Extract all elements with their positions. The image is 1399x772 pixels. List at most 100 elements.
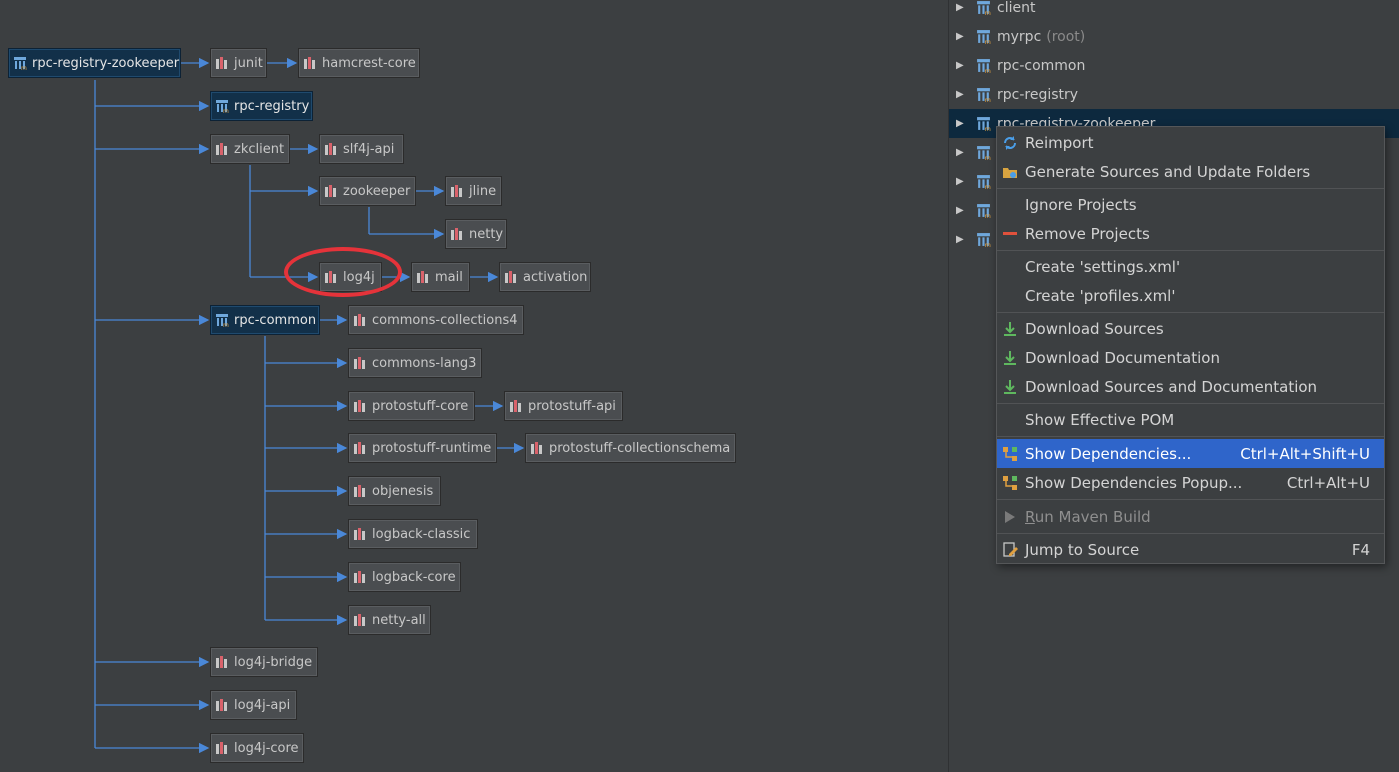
maven-module-icon <box>13 56 27 70</box>
maven-module-icon <box>976 145 991 160</box>
graph-node-junit[interactable]: junit <box>210 48 267 78</box>
tree-item-rpc-registry[interactable]: ▶ rpc-registry <box>949 80 1399 109</box>
graph-node-protostuff-collectionschema[interactable]: protostuff-collectionschema <box>525 433 736 463</box>
maven-module-icon <box>215 313 229 327</box>
graph-edges <box>94 57 525 754</box>
library-icon <box>353 484 367 498</box>
expand-arrow-icon[interactable]: ▶ <box>956 176 966 187</box>
menu-item-create-settings[interactable]: Create 'settings.xml' <box>997 252 1384 281</box>
library-icon <box>450 227 464 241</box>
library-icon <box>353 313 367 327</box>
graph-node-netty[interactable]: netty <box>445 219 507 249</box>
expand-arrow-icon[interactable]: ▶ <box>956 147 966 158</box>
library-icon <box>324 184 338 198</box>
menu-item-download-sources-and-docs[interactable]: Download Sources and Documentation <box>997 372 1384 401</box>
menu-item-jump-to-source[interactable]: Jump to Source F4 <box>997 535 1384 564</box>
maven-module-icon <box>976 174 991 189</box>
library-icon <box>353 527 367 541</box>
library-icon <box>215 741 229 755</box>
graph-node-rpc-registry[interactable]: rpc-registry <box>210 91 313 121</box>
menu-item-remove-projects[interactable]: Remove Projects <box>997 219 1384 248</box>
diagram-icon <box>1001 475 1019 491</box>
expand-arrow-icon[interactable]: ▶ <box>956 31 966 42</box>
library-icon <box>416 270 430 284</box>
menu-item-ignore-projects[interactable]: Ignore Projects <box>997 190 1384 219</box>
menu-item-download-documentation[interactable]: Download Documentation <box>997 343 1384 372</box>
expand-arrow-icon[interactable]: ▶ <box>956 205 966 216</box>
maven-module-icon <box>976 116 991 131</box>
library-icon <box>353 356 367 370</box>
maven-module-icon <box>215 99 229 113</box>
reimport-icon <box>1001 135 1019 151</box>
library-icon <box>215 142 229 156</box>
graph-node-rpc-common[interactable]: rpc-common <box>210 305 320 335</box>
run-icon <box>1001 510 1019 524</box>
library-icon <box>303 56 317 70</box>
tree-item-client[interactable]: ▶ client <box>949 0 1399 22</box>
maven-module-icon <box>976 29 991 44</box>
graph-node-commons-lang3[interactable]: commons-lang3 <box>348 348 482 378</box>
generate-sources-icon <box>1001 164 1019 180</box>
dependency-graph[interactable]: rpc-registry-zookeeper junit hamcrest-co… <box>0 0 948 772</box>
menu-separator <box>997 403 1384 404</box>
library-icon <box>450 184 464 198</box>
maven-module-icon <box>976 58 991 73</box>
menu-separator <box>997 312 1384 313</box>
menu-separator <box>997 499 1384 500</box>
graph-node-log4j-core[interactable]: log4j-core <box>210 733 304 763</box>
menu-item-create-profiles[interactable]: Create 'profiles.xml' <box>997 281 1384 310</box>
maven-module-icon <box>976 232 991 247</box>
library-icon <box>324 142 338 156</box>
graph-node-commons-collections4[interactable]: commons-collections4 <box>348 305 524 335</box>
graph-node-jline[interactable]: jline <box>445 176 502 206</box>
graph-node-logback-classic[interactable]: logback-classic <box>348 519 478 549</box>
graph-node-log4j-bridge[interactable]: log4j-bridge <box>210 647 318 677</box>
graph-node-zookeeper[interactable]: zookeeper <box>319 176 416 206</box>
graph-node-netty-all[interactable]: netty-all <box>348 605 431 635</box>
graph-node-protostuff-runtime[interactable]: protostuff-runtime <box>348 433 497 463</box>
library-icon <box>353 399 367 413</box>
maven-module-icon <box>976 203 991 218</box>
graph-node-rpc-registry-zookeeper[interactable]: rpc-registry-zookeeper <box>8 48 181 78</box>
graph-node-protostuff-core[interactable]: protostuff-core <box>348 391 475 421</box>
expand-arrow-icon[interactable]: ▶ <box>956 118 966 129</box>
library-icon <box>509 399 523 413</box>
graph-node-objenesis[interactable]: objenesis <box>348 476 441 506</box>
expand-arrow-icon[interactable]: ▶ <box>956 60 966 71</box>
graph-node-log4j-api[interactable]: log4j-api <box>210 690 297 720</box>
remove-icon <box>1001 231 1019 236</box>
expand-arrow-icon[interactable]: ▶ <box>956 89 966 100</box>
maven-module-icon <box>976 0 991 15</box>
download-icon <box>1001 350 1019 366</box>
menu-item-show-effective-pom[interactable]: Show Effective POM <box>997 405 1384 434</box>
graph-node-zkclient[interactable]: zkclient <box>210 134 290 164</box>
menu-separator <box>997 188 1384 189</box>
download-icon <box>1001 321 1019 337</box>
library-icon <box>530 441 544 455</box>
tree-item-myrpc[interactable]: ▶ myrpc (root) <box>949 22 1399 51</box>
library-icon <box>353 613 367 627</box>
graph-node-slf4j-api[interactable]: slf4j-api <box>319 134 404 164</box>
graph-node-hamcrest-core[interactable]: hamcrest-core <box>298 48 420 78</box>
tree-item-rpc-common[interactable]: ▶ rpc-common <box>949 51 1399 80</box>
diagram-icon <box>1001 446 1019 462</box>
menu-item-run-maven-build[interactable]: Run Maven Build <box>997 502 1384 531</box>
library-icon <box>215 655 229 669</box>
maven-module-icon <box>976 87 991 102</box>
menu-item-download-sources[interactable]: Download Sources <box>997 314 1384 343</box>
graph-node-activation[interactable]: activation <box>499 262 591 292</box>
graph-node-protostuff-api[interactable]: protostuff-api <box>504 391 623 421</box>
expand-arrow-icon[interactable]: ▶ <box>956 234 966 245</box>
expand-arrow-icon[interactable]: ▶ <box>956 2 966 13</box>
library-icon <box>215 56 229 70</box>
highlight-circle <box>284 247 402 297</box>
menu-separator <box>997 436 1384 437</box>
graph-node-logback-core[interactable]: logback-core <box>348 562 461 592</box>
menu-item-show-dependencies-popup[interactable]: Show Dependencies Popup... Ctrl+Alt+U <box>997 468 1384 497</box>
library-icon <box>504 270 518 284</box>
menu-item-reimport[interactable]: Reimport <box>997 128 1384 157</box>
menu-separator <box>997 533 1384 534</box>
menu-item-generate-sources[interactable]: Generate Sources and Update Folders <box>997 157 1384 186</box>
menu-item-show-dependencies[interactable]: Show Dependencies... Ctrl+Alt+Shift+U <box>997 439 1384 468</box>
graph-node-mail[interactable]: mail <box>411 262 470 292</box>
